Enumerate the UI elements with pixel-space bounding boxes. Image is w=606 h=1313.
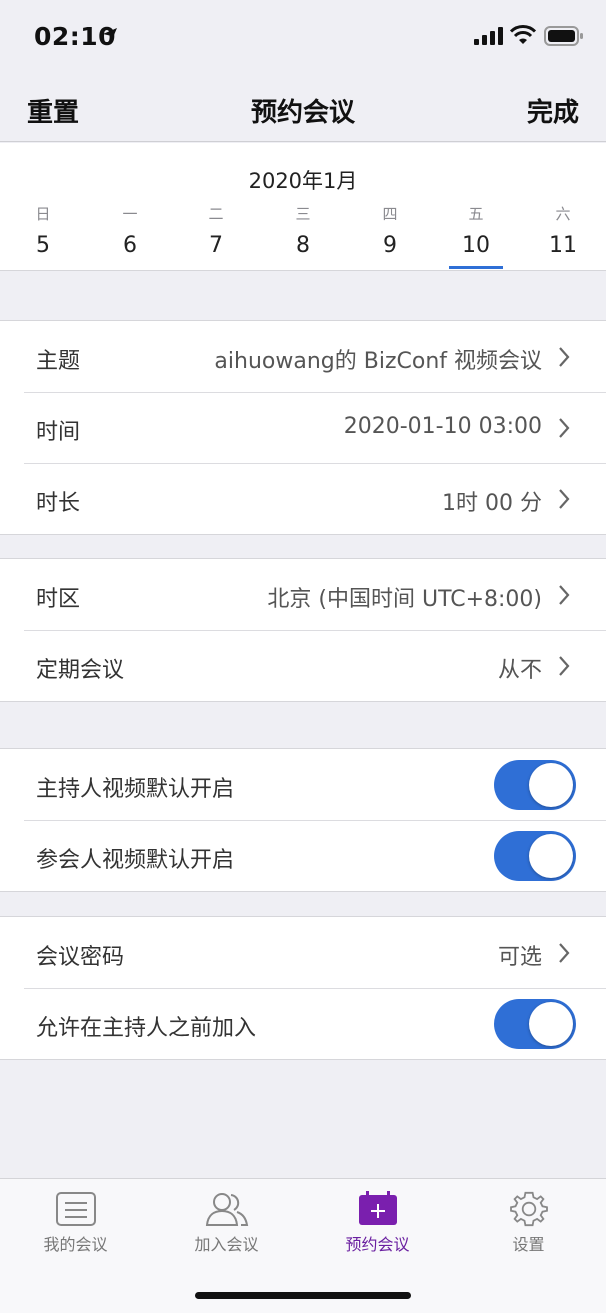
tab-my-meetings[interactable]: 我的会议: [0, 1191, 151, 1255]
calendar-day-wed[interactable]: 三 8: [273, 203, 333, 258]
weekday-label: 四: [382, 205, 398, 223]
join-before-host-label: 允许在主持人之前加入: [36, 1016, 257, 1041]
chevron-right-icon: [559, 656, 570, 676]
selected-day-indicator: [449, 266, 503, 269]
toggle-knob: [529, 763, 573, 807]
weekday-label: 六: [555, 205, 571, 223]
security-options-group: 会议密码 可选 允许在主持人之前加入: [0, 916, 606, 1060]
chevron-right-icon: [559, 418, 570, 438]
participant-video-toggle[interactable]: [494, 831, 576, 881]
calendar-day-mon[interactable]: 一 6: [100, 203, 160, 258]
weekday-label: 日: [35, 205, 51, 223]
time-label: 时间: [36, 420, 81, 445]
participant-video-row: 参会人视频默认开启: [0, 820, 606, 891]
tab-label: 加入会议: [194, 1235, 259, 1254]
calendar-day-fri-selected[interactable]: 五 10: [446, 203, 506, 258]
meeting-basics-group: 主题 aihuowang的 BizConf 视频会议 时间 2020-01-10…: [0, 320, 606, 535]
password-row[interactable]: 会议密码 可选: [0, 917, 606, 988]
duration-row[interactable]: 时长 1时 00 分: [0, 463, 606, 534]
tab-label: 预约会议: [345, 1235, 410, 1254]
tab-join-meeting[interactable]: 加入会议: [151, 1191, 302, 1255]
recurring-label: 定期会议: [36, 658, 125, 683]
weekday-label: 二: [208, 205, 224, 223]
weekday-label: 五: [468, 205, 484, 223]
day-number: 11: [549, 233, 577, 258]
timezone-value: 北京 (中国时间 UTC+8:00): [267, 587, 542, 612]
day-number: 9: [383, 233, 397, 258]
calendar-day-tue[interactable]: 二 7: [186, 203, 246, 258]
time-value: 2020-01-10 03:00: [343, 414, 542, 439]
chevron-right-icon: [559, 943, 570, 963]
host-video-row: 主持人视频默认开启: [0, 749, 606, 820]
day-number: 5: [36, 233, 50, 258]
host-video-label: 主持人视频默认开启: [36, 777, 235, 802]
chevron-right-icon: [559, 489, 570, 509]
day-number: 10: [462, 233, 490, 258]
toggle-knob: [529, 834, 573, 878]
calendar-day-sat[interactable]: 六 11: [533, 203, 593, 258]
timezone-row[interactable]: 时区 北京 (中国时间 UTC+8:00): [0, 559, 606, 630]
duration-value: 1时 00 分: [442, 491, 542, 516]
weekday-label: 一: [122, 205, 138, 223]
password-value: 可选: [497, 945, 542, 970]
tab-label: 我的会议: [43, 1235, 108, 1254]
tab-settings[interactable]: 设置: [453, 1191, 604, 1255]
wifi-icon: [510, 25, 536, 44]
host-video-toggle[interactable]: [494, 760, 576, 810]
status-bar: 02:10: [0, 0, 606, 76]
nav-bar: 重置 预约会议 完成: [0, 76, 606, 142]
timezone-label: 时区: [36, 587, 81, 612]
chevron-right-icon: [559, 585, 570, 605]
toggle-knob: [529, 1002, 573, 1046]
battery-icon: [544, 26, 583, 46]
join-before-host-row: 允许在主持人之前加入: [0, 988, 606, 1059]
week-calendar: 2020年1月 日 5 一 6 二 7 三 8 四 9 五 10 六 11: [0, 143, 606, 271]
recurring-row[interactable]: 定期会议 从不: [0, 630, 606, 701]
calendar-month: 2020年1月: [248, 169, 358, 193]
calendar-day-sun[interactable]: 日 5: [13, 203, 73, 258]
video-options-group: 主持人视频默认开启 参会人视频默认开启: [0, 748, 606, 892]
weekday-label: 三: [295, 205, 311, 223]
duration-label: 时长: [36, 491, 81, 516]
page-title: 预约会议: [250, 98, 355, 128]
day-number: 8: [296, 233, 310, 258]
schedule-options-group: 时区 北京 (中国时间 UTC+8:00) 定期会议 从不: [0, 558, 606, 702]
cellular-signal-icon: [474, 27, 503, 45]
calendar-day-thu[interactable]: 四 9: [360, 203, 420, 258]
settings-gear-icon: [509, 1191, 548, 1227]
schedule-calendar-icon: [358, 1191, 397, 1225]
time-row[interactable]: 时间 2020-01-10 03:00: [0, 392, 606, 463]
done-button[interactable]: 完成: [527, 92, 579, 129]
topic-row[interactable]: 主题 aihuowang的 BizConf 视频会议: [0, 321, 606, 392]
day-number: 7: [209, 233, 223, 258]
location-arrow-icon: [103, 28, 117, 42]
tab-schedule-meeting[interactable]: 预约会议: [302, 1191, 453, 1255]
join-people-icon: [205, 1193, 248, 1226]
day-number: 6: [123, 233, 137, 258]
tab-label: 设置: [512, 1235, 545, 1254]
chevron-right-icon: [559, 347, 570, 367]
password-label: 会议密码: [36, 945, 125, 970]
meetings-list-icon: [55, 1192, 96, 1226]
topic-value: aihuowang的 BizConf 视频会议: [214, 349, 542, 374]
recurring-value: 从不: [497, 658, 542, 683]
participant-video-label: 参会人视频默认开启: [36, 848, 235, 873]
topic-label: 主题: [36, 349, 81, 374]
home-indicator: [195, 1292, 411, 1299]
join-before-host-toggle[interactable]: [494, 999, 576, 1049]
